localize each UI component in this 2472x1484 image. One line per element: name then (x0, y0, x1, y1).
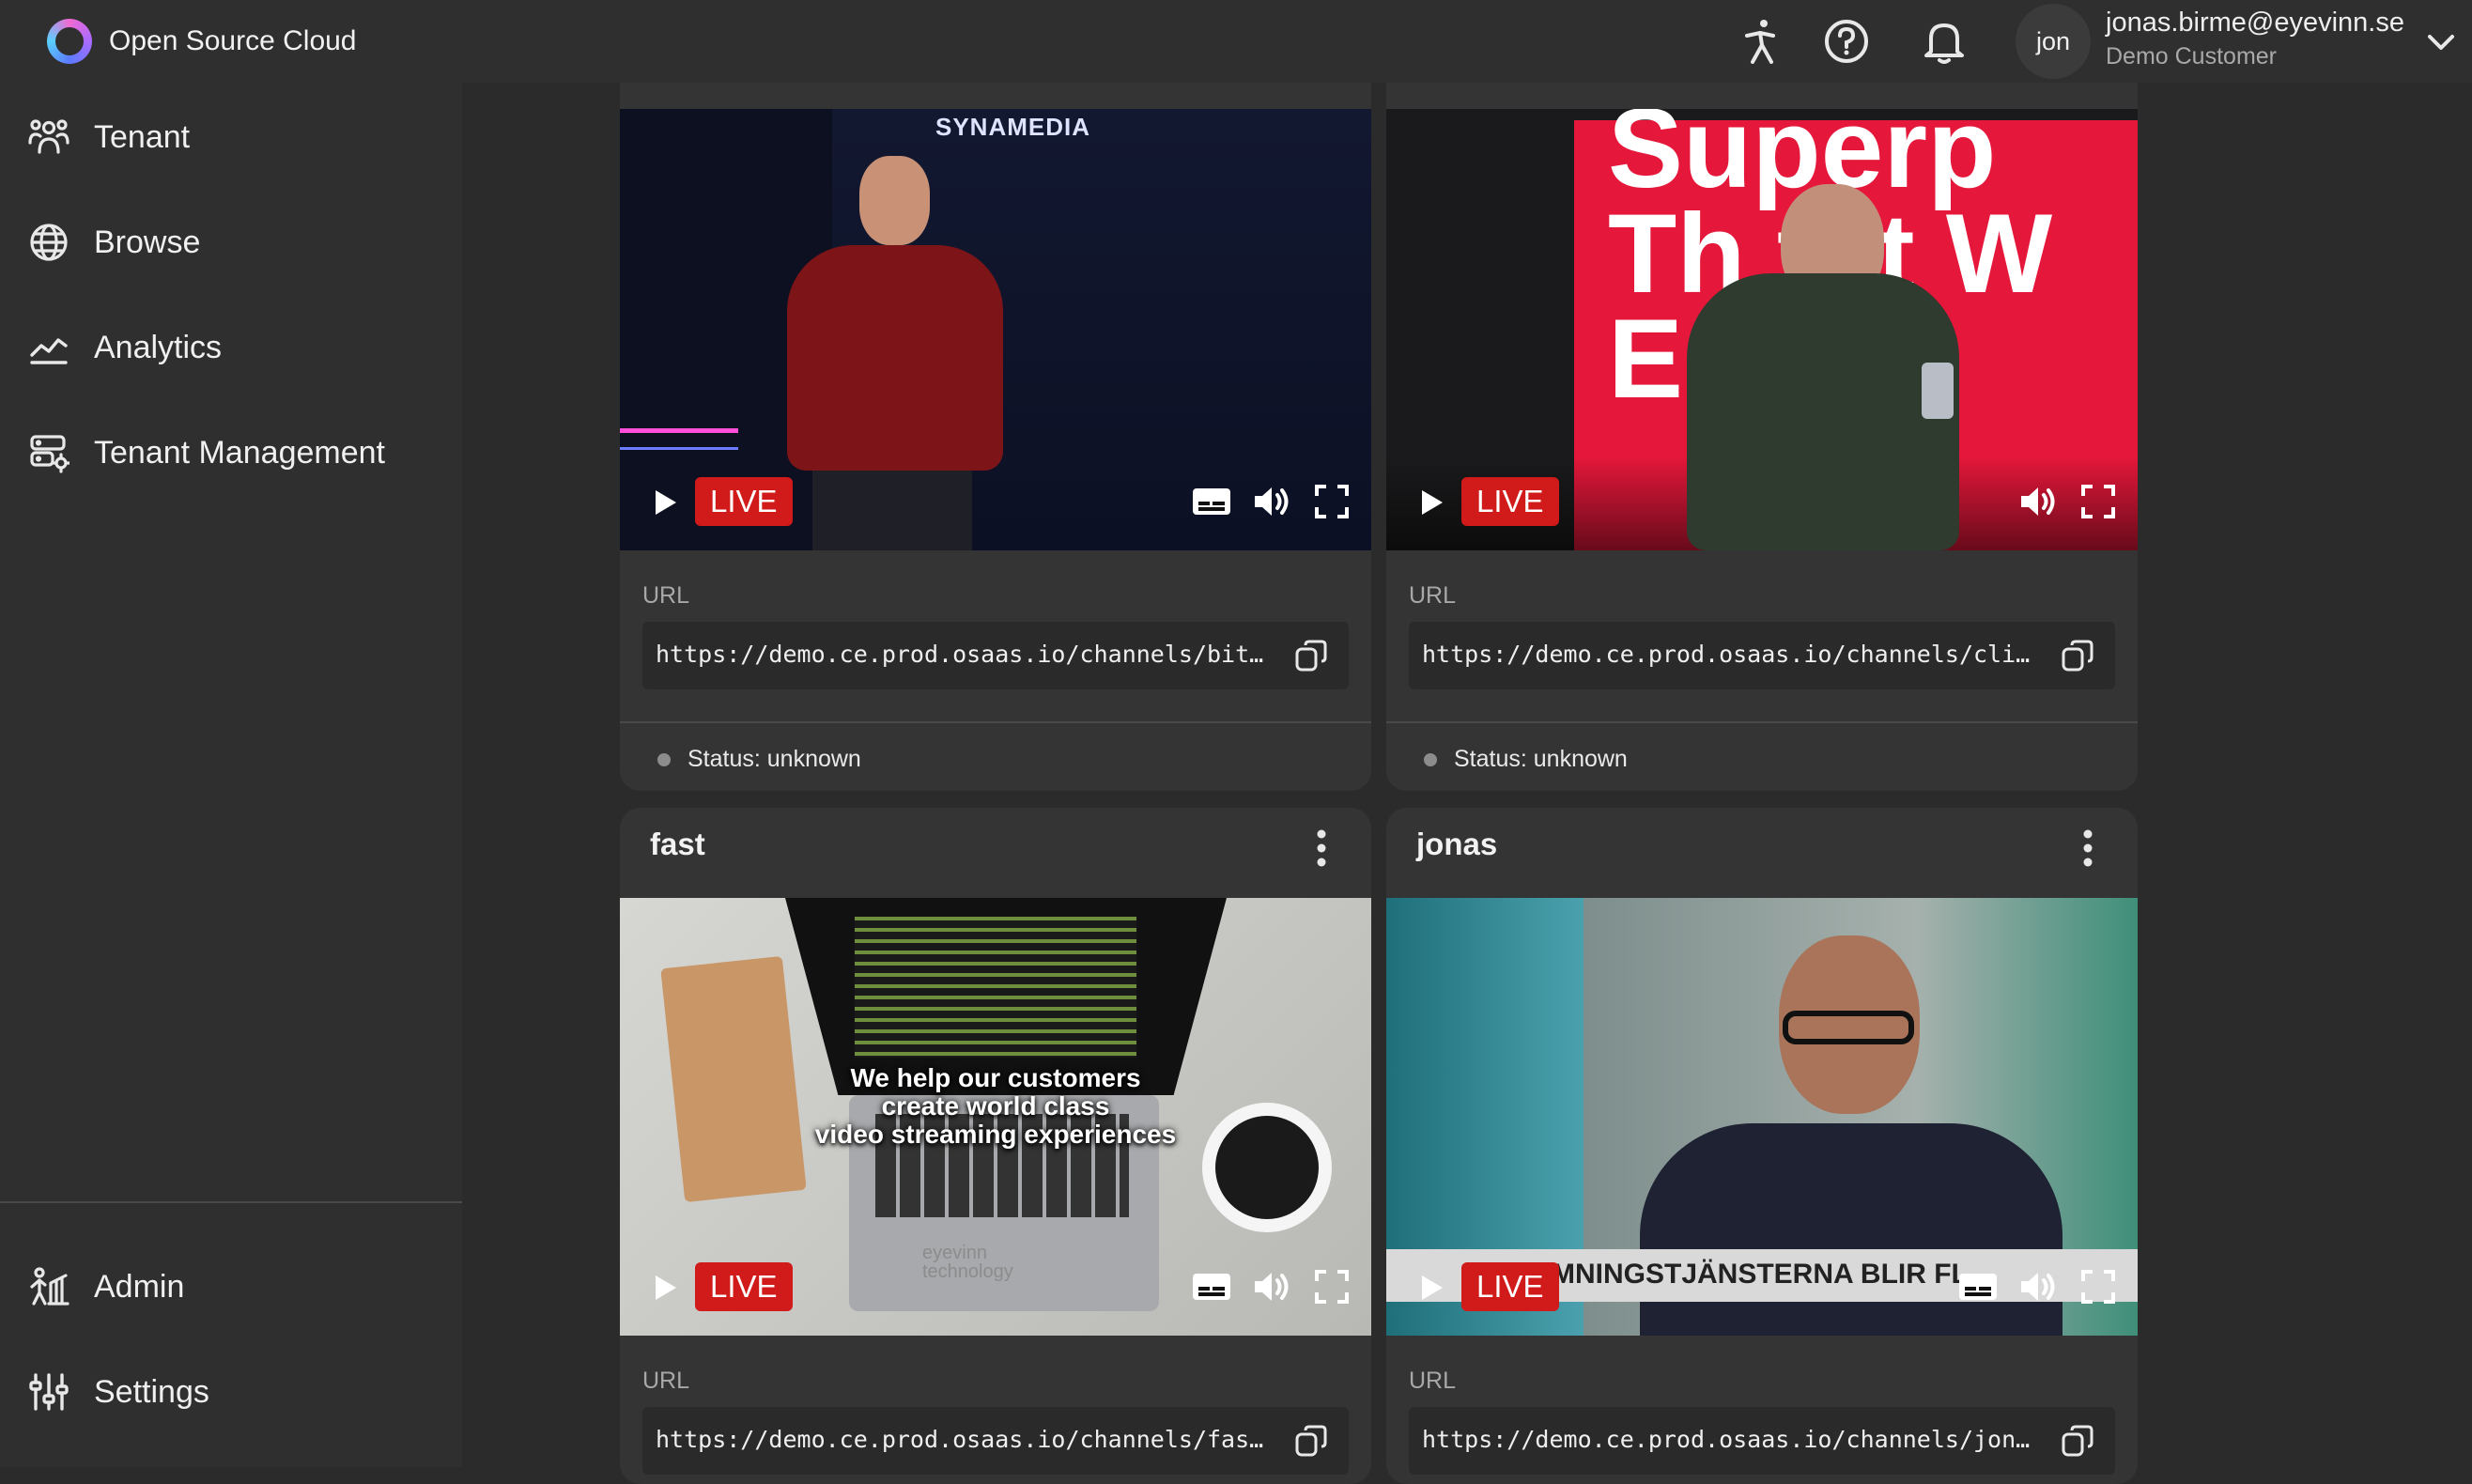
url-field[interactable]: https://demo.ce.prod.osaas.io/channels/c… (1409, 622, 2115, 689)
sidebar-item-label: Tenant (94, 118, 191, 155)
status-dot (657, 752, 671, 766)
copy-icon[interactable] (1294, 639, 1328, 672)
sidebar-item-browse[interactable]: Browse (0, 195, 462, 289)
live-badge: LIVE (695, 1262, 793, 1311)
video-controls: LIVE (1386, 447, 2138, 550)
user-role: Demo Customer (2106, 43, 2277, 70)
video-controls: LIVE (620, 1232, 1371, 1336)
url-label: URL (1409, 1368, 1457, 1394)
channel-card: SYNAMEDIA LIVE URL https://demo.ce.prod.… (620, 45, 1371, 791)
chart-line-icon (26, 325, 71, 370)
sliders-icon (26, 1369, 71, 1414)
sidebar-item-label: Analytics (94, 329, 223, 365)
sidebar-item-admin[interactable]: Admin (0, 1240, 462, 1334)
play-icon[interactable] (642, 481, 686, 524)
url-text: https://demo.ce.prod.osaas.io/channels/b… (656, 641, 1266, 668)
divider (1386, 721, 2138, 723)
sidebar-item-tenant[interactable]: Tenant (0, 90, 462, 184)
video-caption-line: create world class (881, 1091, 1110, 1121)
video-controls: LIVE (1386, 1232, 2138, 1336)
volume-icon[interactable] (2016, 479, 2061, 524)
copy-icon[interactable] (2061, 1424, 2094, 1458)
url-field[interactable]: https://demo.ce.prod.osaas.io/channels/j… (1409, 1407, 2115, 1475)
status-badge: Status: unknown (1424, 746, 1628, 773)
url-label: URL (642, 582, 690, 609)
video-controls: LIVE (620, 447, 1371, 550)
brand-logo (47, 19, 92, 64)
server-settings-icon (26, 430, 71, 475)
video-overlay-text: SYNAMEDIA (935, 113, 1091, 141)
video-player[interactable]: Superp Th t It W E s c LIVE (1386, 109, 2138, 550)
subtitles-icon[interactable] (1189, 1264, 1234, 1309)
channel-card: Superp Th t It W E s c LIVE URL ht (1386, 45, 2138, 791)
brand[interactable]: Open Source Cloud (47, 16, 357, 67)
channel-grid: SYNAMEDIA LIVE URL https://demo.ce.prod.… (462, 45, 2472, 1484)
fullscreen-icon[interactable] (2076, 1264, 2121, 1309)
sidebar: Tenant Browse Analytics Tenant Managemen… (0, 83, 462, 1467)
chevron-down-icon[interactable] (2421, 23, 2461, 62)
url-text: https://demo.ce.prod.osaas.io/channels/c… (1422, 641, 2032, 668)
channel-title: fast (650, 827, 705, 861)
fullscreen-icon[interactable] (2076, 479, 2121, 524)
channel-card: fast We help our customers create world … (620, 808, 1371, 1484)
fullscreen-icon[interactable] (1309, 479, 1354, 524)
status-text: Status: unknown (688, 746, 861, 772)
card-header: jonas (1386, 808, 2138, 887)
live-badge: LIVE (695, 477, 793, 526)
copy-icon[interactable] (1294, 1424, 1328, 1458)
subtitles-icon[interactable] (1955, 1264, 2001, 1309)
live-badge: LIVE (1461, 477, 1559, 526)
subtitles-icon[interactable] (1189, 479, 1234, 524)
volume-icon[interactable] (1249, 1264, 1294, 1309)
url-field[interactable]: https://demo.ce.prod.osaas.io/channels/b… (642, 622, 1349, 689)
copy-icon[interactable] (2061, 639, 2094, 672)
video-caption-line: video streaming experiences (814, 1120, 1177, 1149)
sidebar-item-analytics[interactable]: Analytics (0, 301, 462, 394)
video-player[interactable]: SYNAMEDIA LIVE (620, 109, 1371, 550)
help-icon[interactable] (1818, 13, 1875, 70)
play-icon[interactable] (642, 1266, 686, 1309)
live-badge: LIVE (1461, 1262, 1559, 1311)
divider (620, 721, 1371, 723)
sidebar-item-label: Tenant Management (94, 434, 385, 471)
bell-icon[interactable] (1916, 13, 1972, 70)
sidebar-item-label: Browse (94, 224, 201, 260)
avatar[interactable]: jon (2016, 4, 2091, 79)
fullscreen-icon[interactable] (1309, 1264, 1354, 1309)
channel-title: jonas (1416, 827, 1498, 861)
url-text: https://demo.ce.prod.osaas.io/channels/j… (1422, 1426, 2032, 1453)
url-field[interactable]: https://demo.ce.prod.osaas.io/channels/f… (642, 1407, 1349, 1475)
sidebar-divider (0, 1201, 462, 1203)
status-dot (1424, 752, 1437, 766)
more-options-icon[interactable] (1315, 828, 1328, 868)
admin-icon (26, 1264, 71, 1309)
video-player[interactable]: MNINGSTJÄNSTERNA BLIR FL LIVE (1386, 898, 2138, 1336)
url-label: URL (642, 1368, 690, 1394)
sidebar-item-settings[interactable]: Settings (0, 1345, 462, 1439)
volume-icon[interactable] (2016, 1264, 2061, 1309)
url-label: URL (1409, 582, 1457, 609)
app-name: Open Source Cloud (109, 25, 357, 56)
play-icon[interactable] (1409, 481, 1452, 524)
play-icon[interactable] (1409, 1266, 1452, 1309)
url-text: https://demo.ce.prod.osaas.io/channels/f… (656, 1426, 1266, 1453)
users-icon (26, 115, 71, 160)
sidebar-item-label: Admin (94, 1268, 185, 1305)
volume-icon[interactable] (1249, 479, 1294, 524)
sidebar-item-label: Settings (94, 1373, 209, 1410)
user-email[interactable]: jonas.birme@eyevinn.se (2106, 8, 2404, 39)
sidebar-item-tenant-management[interactable]: Tenant Management (0, 406, 462, 500)
card-header: fast (620, 808, 1371, 887)
video-player[interactable]: We help our customers create world class… (620, 898, 1371, 1336)
status-text: Status: unknown (1454, 746, 1628, 772)
more-options-icon[interactable] (2081, 828, 2094, 868)
accessibility-icon[interactable] (1734, 13, 1790, 70)
globe-icon (26, 220, 71, 265)
status-badge: Status: unknown (657, 746, 861, 773)
top-header: Open Source Cloud jon jonas.birme@eyevin… (0, 0, 2472, 83)
channel-card: jonas MNINGSTJÄNSTERNA BLIR FL LIVE URL … (1386, 808, 2138, 1484)
video-caption-line: We help our customers (850, 1063, 1141, 1092)
